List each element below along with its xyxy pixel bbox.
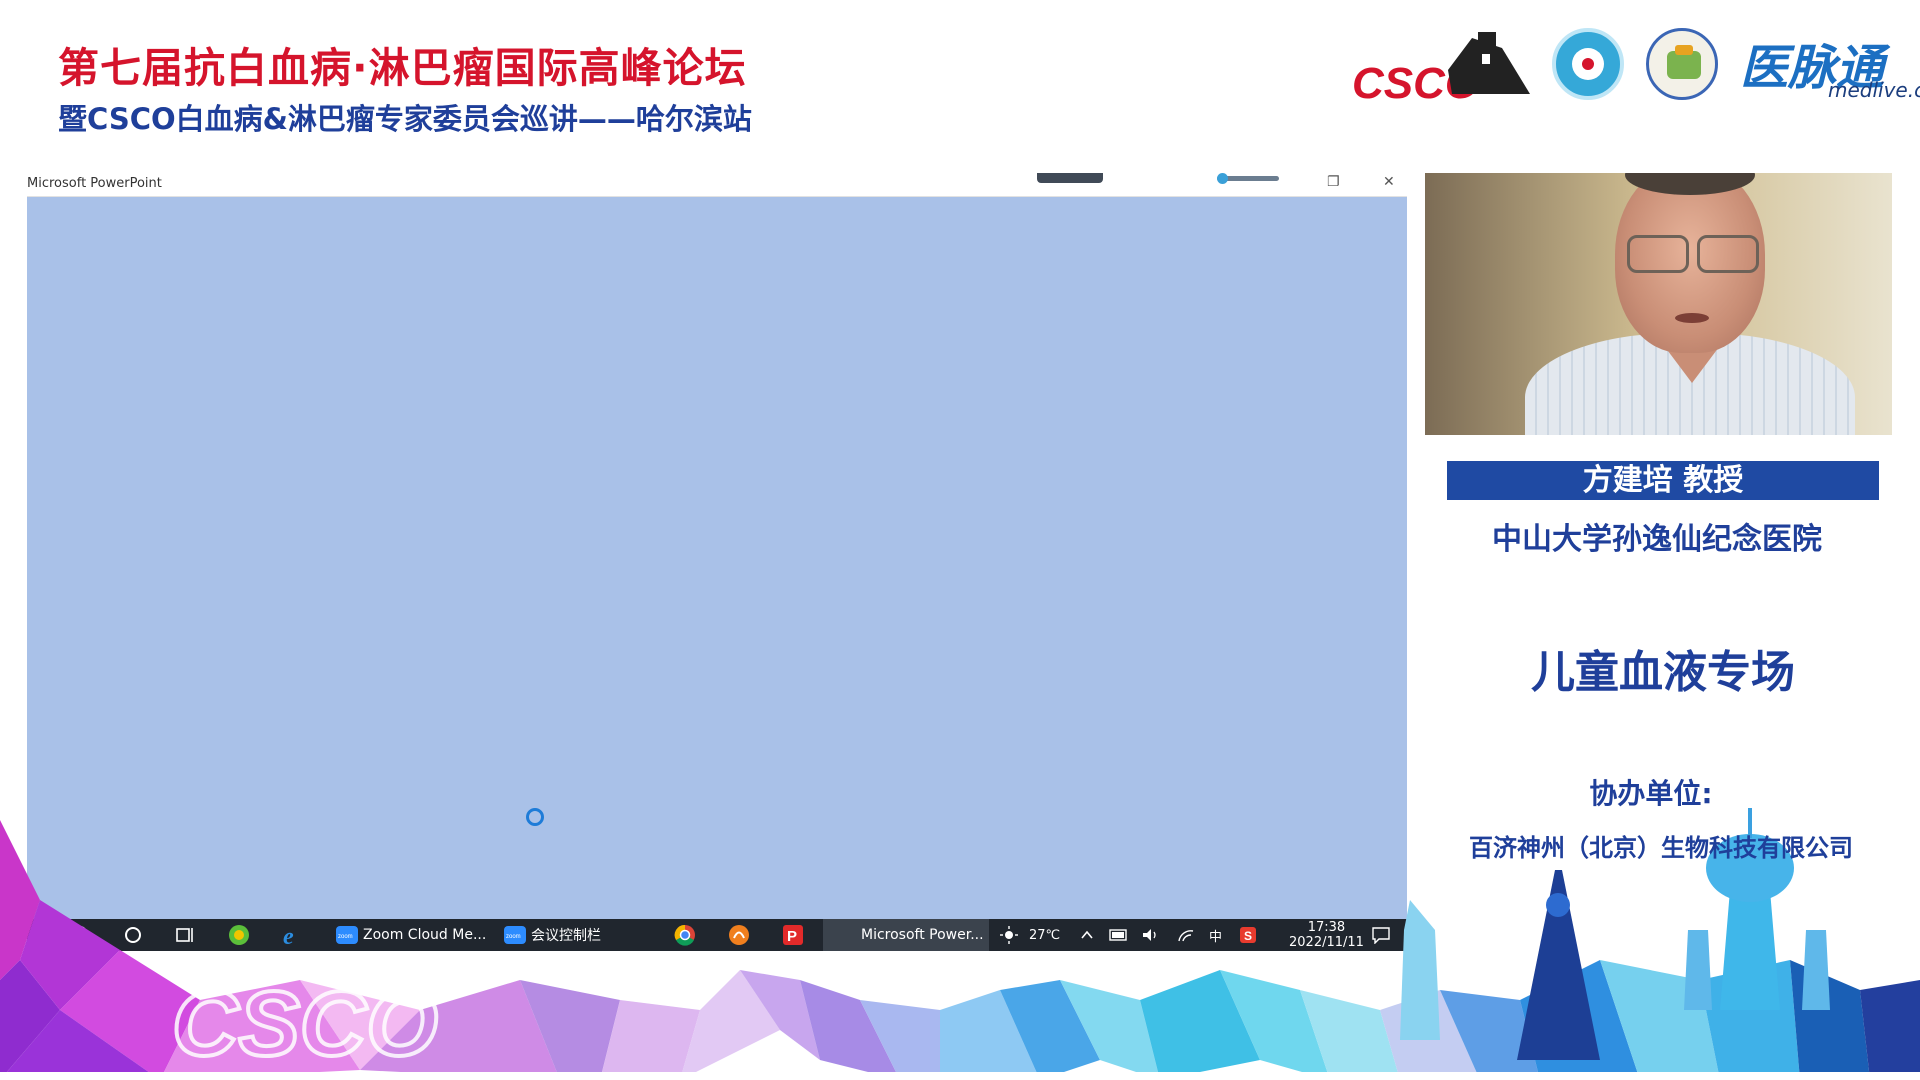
svg-text:CSCO: CSCO [172,973,438,1075]
decorative-background: CSCO [0,808,1920,1080]
bottom-strip [0,1072,1920,1080]
co-organizer-name: 百济神州（北京）生物科技有限公司 [1469,834,1853,862]
stage: CSCO 第七届抗白血病·淋巴瘤国际高峰论坛 暨CSCO白血病&淋巴瘤专家委员会… [0,0,1920,1080]
